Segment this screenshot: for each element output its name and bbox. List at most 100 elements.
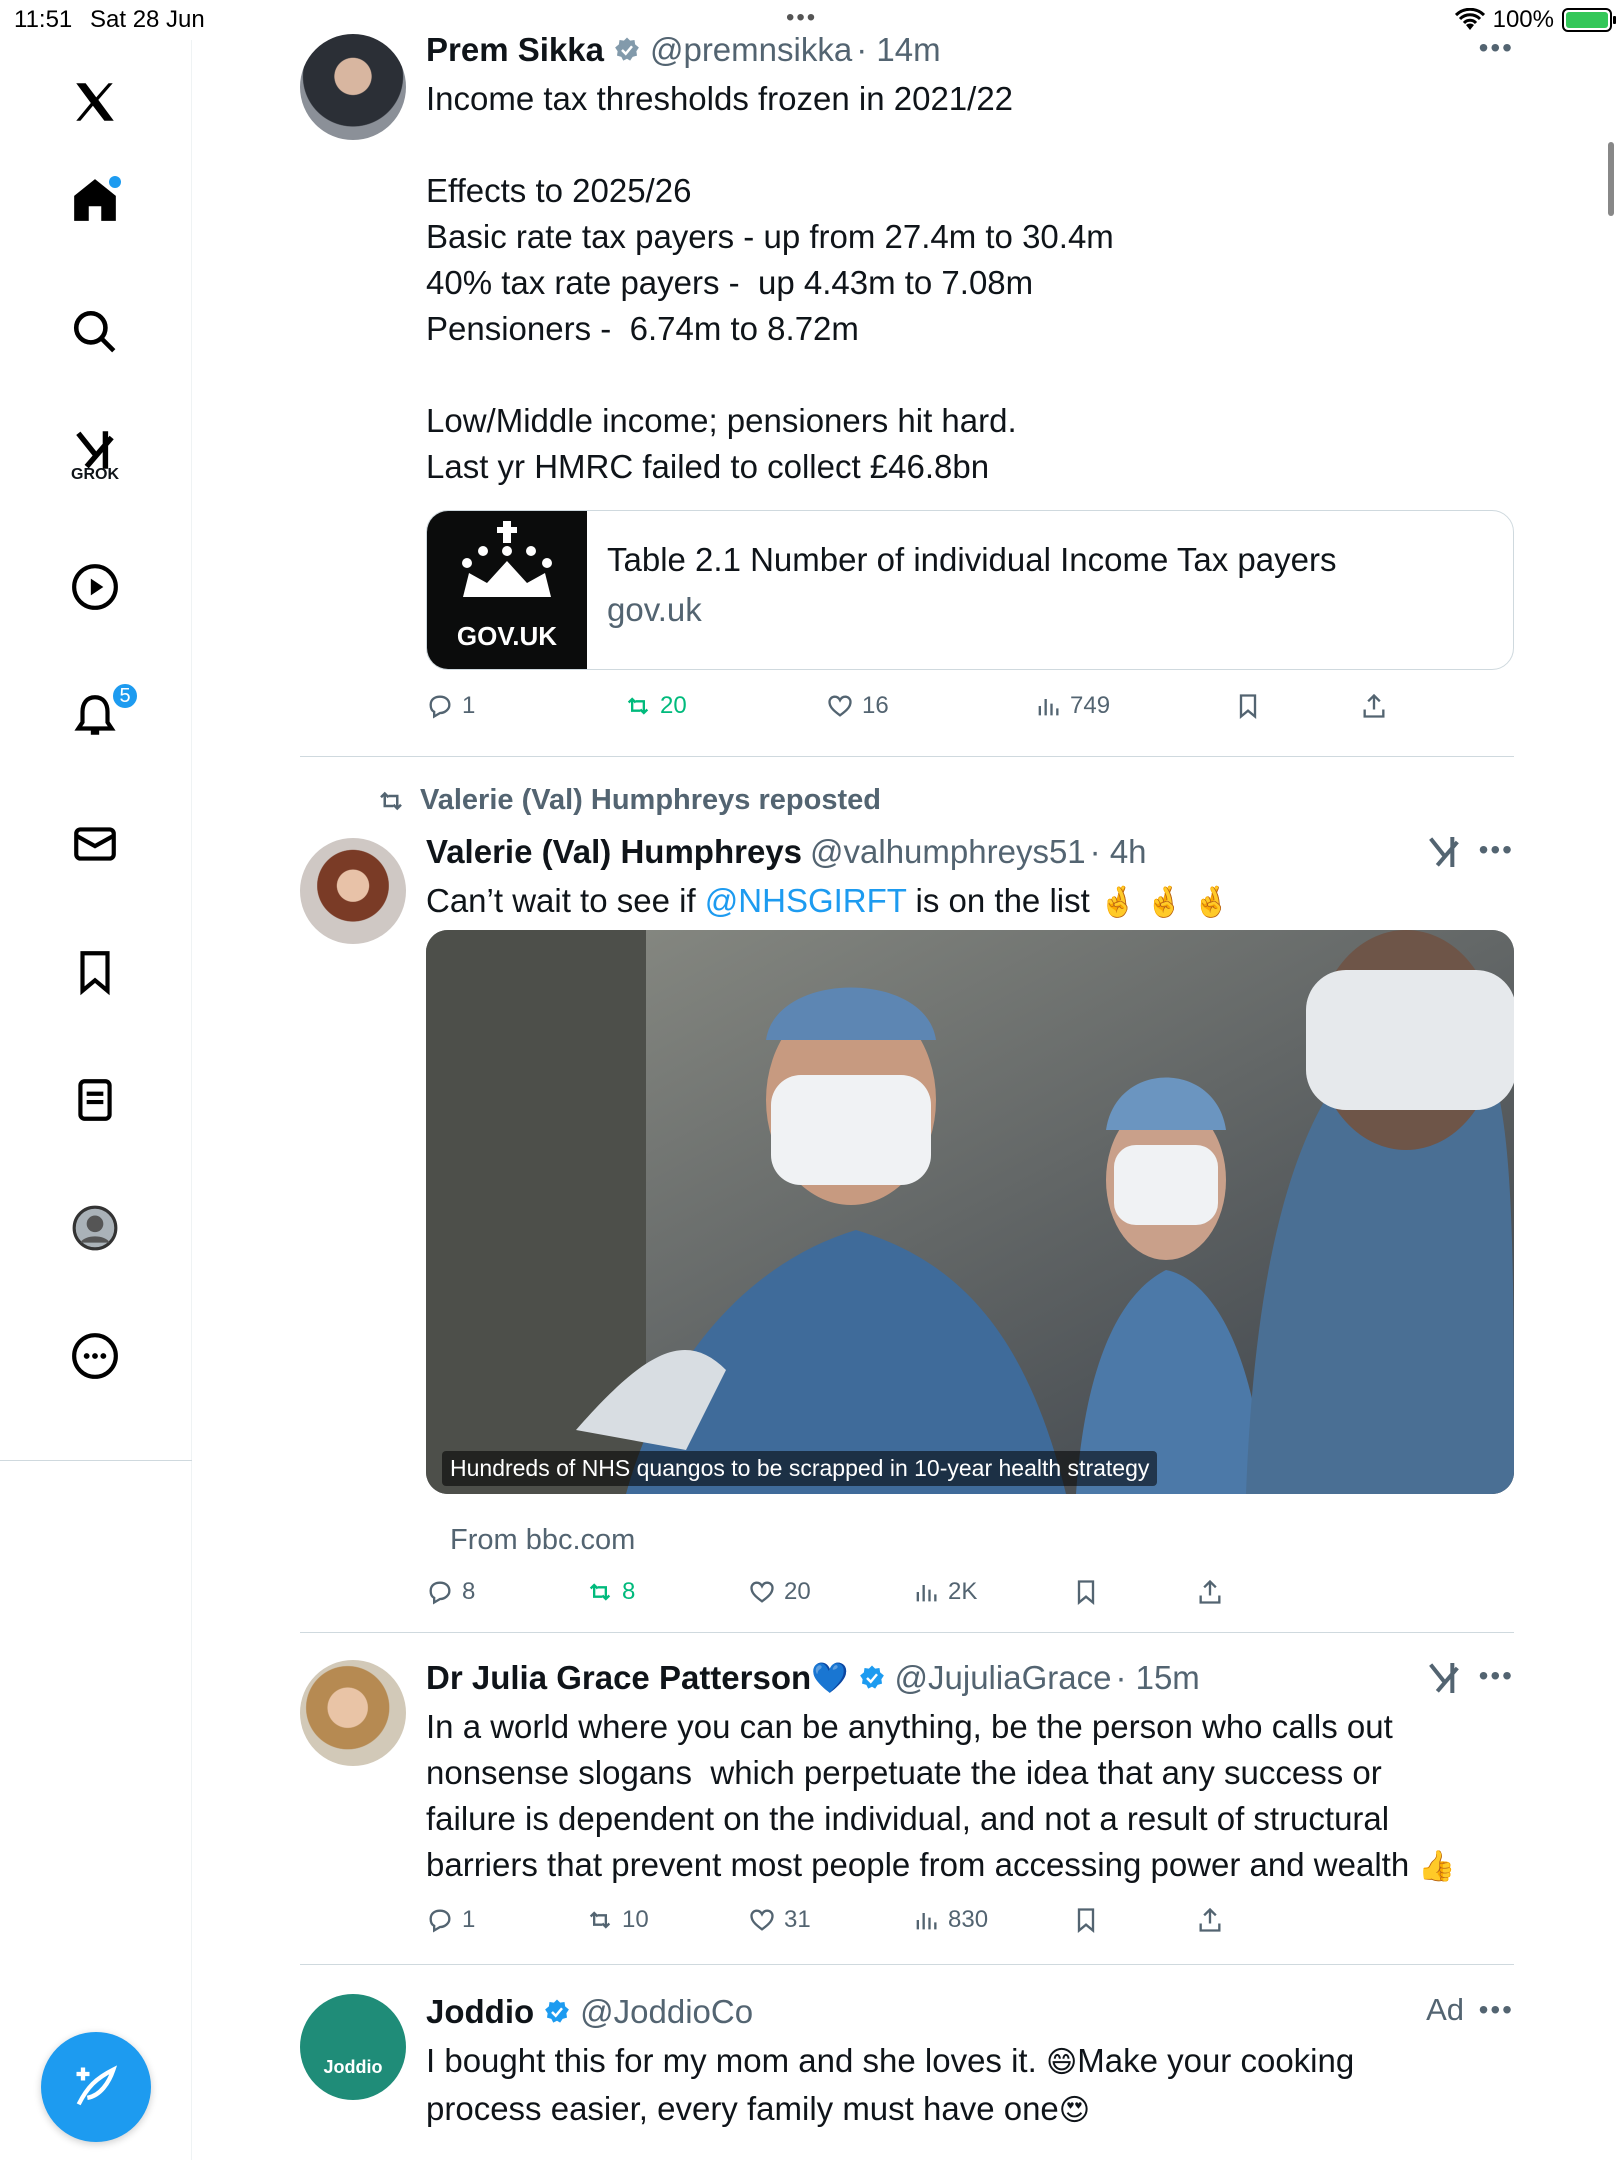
tweet-header: Joddio @JoddioCo xyxy=(426,1990,1514,2034)
media-caption: Hundreds of NHS quangos to be scrapped i… xyxy=(442,1451,1158,1486)
more-options-icon[interactable] xyxy=(63,1324,127,1388)
tweet-text: Can’t wait to see if @NHSGIRFT is on the… xyxy=(426,878,1514,926)
like-button[interactable]: 20 xyxy=(748,1578,811,1606)
bookmark-button[interactable] xyxy=(1234,692,1262,720)
views-button[interactable]: 2K xyxy=(912,1578,977,1606)
thumbs-up-emoji: 👍 xyxy=(1418,1849,1456,1884)
crossed-fingers-emoji: 🤞 🤞 🤞 xyxy=(1098,885,1231,920)
home-icon[interactable] xyxy=(63,168,127,232)
reply-button[interactable]: 8 xyxy=(426,1578,475,1606)
home-unread-dot xyxy=(109,176,121,188)
sidebar-divider xyxy=(0,1460,192,1461)
views-count: 2K xyxy=(948,1578,978,1605)
grok-icon[interactable]: GROK xyxy=(63,418,127,483)
search-icon[interactable] xyxy=(63,300,127,364)
author-name[interactable]: Valerie (Val) Humphreys xyxy=(426,833,802,871)
views-count: 830 xyxy=(948,1906,989,1933)
profile-icon[interactable] xyxy=(63,1196,127,1260)
heart-eyes-emoji: 😍 xyxy=(1058,2093,1091,2128)
avatar[interactable] xyxy=(300,1660,406,1766)
source-link[interactable]: From bbc.com xyxy=(450,1524,635,1557)
repost-icon xyxy=(589,1911,611,1929)
post-time[interactable]: · 15m xyxy=(1115,1659,1199,1697)
tweet-text-part: I bought this for my mom and she loves i… xyxy=(426,2042,1046,2079)
repost-count: 10 xyxy=(622,1906,649,1933)
messages-icon[interactable] xyxy=(63,812,127,876)
like-count: 31 xyxy=(784,1906,811,1933)
heart-icon xyxy=(828,695,852,717)
grok-explain-icon[interactable] xyxy=(1424,1658,1464,1698)
avatar[interactable] xyxy=(300,838,406,944)
reply-button[interactable]: 1 xyxy=(426,692,475,720)
grinning-emoji: 😄 xyxy=(1045,2045,1078,2080)
views-icon xyxy=(916,1913,937,1930)
card-domain: gov.uk xyxy=(607,591,702,628)
reply-button[interactable]: 1 xyxy=(426,1906,475,1934)
post-time[interactable]: · 4h xyxy=(1090,833,1147,871)
bookmark-icon xyxy=(1077,1580,1095,1605)
tweet-text-part: Make your cooking xyxy=(1077,2042,1355,2079)
bookmark-icon xyxy=(1239,694,1257,719)
more-icon[interactable]: ••• xyxy=(1479,32,1514,64)
heart-icon xyxy=(750,1909,774,1931)
lists-icon[interactable] xyxy=(63,1068,127,1132)
grok-explain-icon[interactable] xyxy=(1424,832,1464,872)
repost-button[interactable]: 20 xyxy=(624,692,687,720)
author-name[interactable]: Prem Sikka xyxy=(426,31,604,69)
share-button[interactable] xyxy=(1196,1578,1224,1606)
tweet-actions: 8 8 20 2K xyxy=(426,1578,1426,1618)
mention-link[interactable]: @NHSGIRFT xyxy=(705,882,907,919)
battery-icon xyxy=(1562,8,1616,32)
like-button[interactable]: 31 xyxy=(748,1906,811,1934)
verified-badge-icon xyxy=(859,1665,884,1689)
heart-icon xyxy=(750,1581,774,1603)
reply-icon xyxy=(429,1581,451,1605)
x-logo-icon[interactable] xyxy=(63,70,127,134)
surgeons-photo xyxy=(426,930,1514,1494)
compose-post-button[interactable] xyxy=(41,2032,151,2142)
author-handle[interactable]: @JujuliaGrace xyxy=(895,1659,1112,1697)
reply-count: 1 xyxy=(462,1906,476,1933)
status-time: 11:51 xyxy=(14,6,73,33)
author-handle[interactable]: @valhumphreys51 xyxy=(810,833,1086,871)
notifications-bell-icon[interactable]: 5 xyxy=(63,682,139,748)
grok-label: GROK xyxy=(71,466,119,483)
bookmark-button[interactable] xyxy=(1072,1578,1100,1606)
author-name[interactable]: Joddio xyxy=(426,1993,534,2031)
avatar[interactable]: Joddio xyxy=(300,1994,406,2100)
views-button[interactable]: 830 xyxy=(912,1906,988,1934)
repost-by-label[interactable]: Valerie (Val) Humphreys reposted xyxy=(420,784,881,817)
tweet-text-part: In a world where you can be anything, be… xyxy=(426,1708,1410,1883)
repost-button[interactable]: 10 xyxy=(586,1906,649,1934)
more-icon[interactable]: ••• xyxy=(1479,1994,1514,2026)
more-icon[interactable]: ••• xyxy=(1479,1660,1514,1692)
author-handle[interactable]: @JoddioCo xyxy=(580,1993,753,2031)
bookmark-button[interactable] xyxy=(1072,1906,1100,1934)
video-icon[interactable] xyxy=(63,555,127,619)
share-icon xyxy=(1199,1579,1221,1604)
tweet-text-part: process easier, every family must have o… xyxy=(426,2090,1059,2127)
tweet-actions: 1 10 31 830 xyxy=(426,1906,1426,1946)
author-handle[interactable]: @premnsikka xyxy=(650,31,852,69)
repost-icon xyxy=(589,1583,611,1601)
bookmarks-icon[interactable] xyxy=(63,940,127,1004)
avatar[interactable] xyxy=(300,34,406,140)
avatar-brand-text: Joddio xyxy=(323,2057,383,2077)
repost-indicator: Valerie (Val) Humphreys reposted xyxy=(376,784,881,817)
more-icon[interactable]: ••• xyxy=(1479,834,1514,866)
views-icon xyxy=(1038,699,1059,716)
post-time[interactable]: · 14m xyxy=(856,31,940,69)
like-button[interactable]: 16 xyxy=(826,692,889,720)
share-button[interactable] xyxy=(1360,692,1388,720)
tweet-text: Income tax thresholds frozen in 2021/22 … xyxy=(426,80,1114,485)
notifications-badge: 5 xyxy=(111,682,139,710)
share-button[interactable] xyxy=(1196,1906,1224,1934)
repost-button[interactable]: 8 xyxy=(586,1578,635,1606)
views-button[interactable]: 749 xyxy=(1034,692,1110,720)
link-card[interactable]: GOV.UK Table 2.1 Number of individual In… xyxy=(426,510,1514,670)
article-media[interactable]: Hundreds of NHS quangos to be scrapped i… xyxy=(426,930,1514,1494)
sidebar: GROK 5 xyxy=(0,40,192,2160)
scrollbar[interactable] xyxy=(1608,142,1614,216)
card-title: Table 2.1 Number of individual Income Ta… xyxy=(607,541,1337,578)
author-name[interactable]: Dr Julia Grace Patterson xyxy=(426,1659,811,1697)
